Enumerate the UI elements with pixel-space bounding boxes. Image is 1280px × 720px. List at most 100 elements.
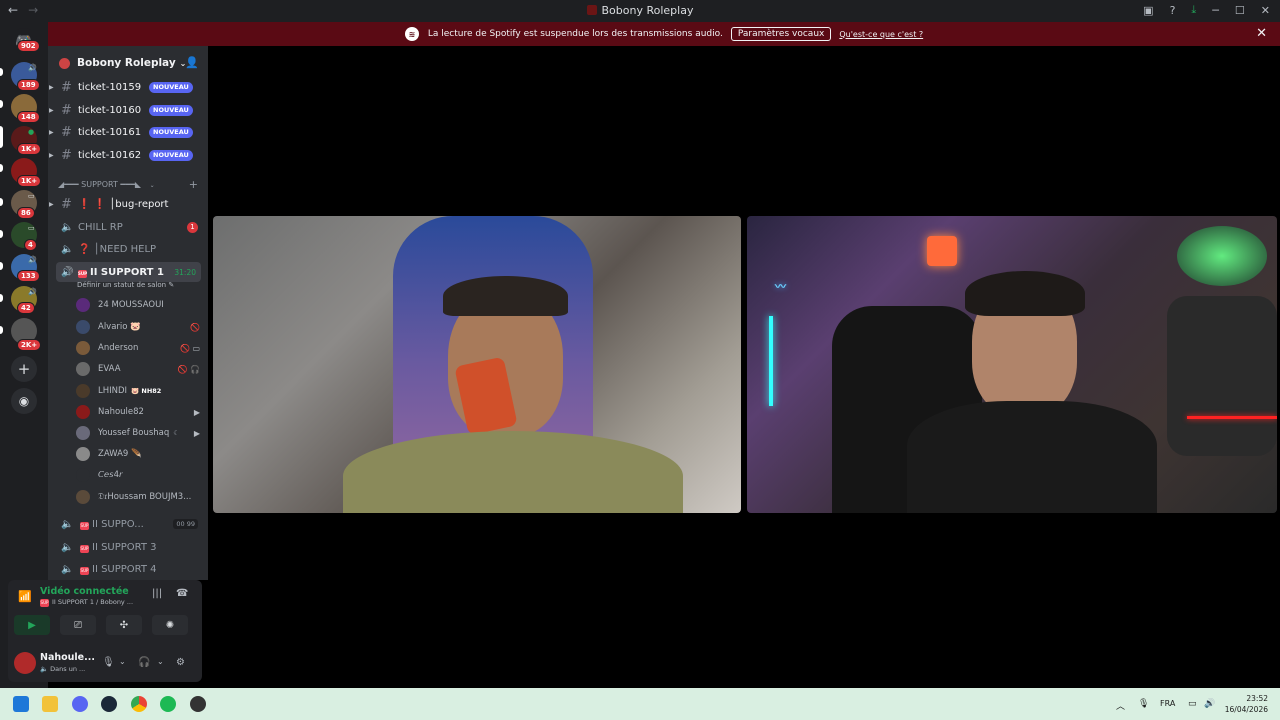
new-badge: NOUVEAU <box>149 104 193 116</box>
spotify-taskbar-icon[interactable] <box>160 696 176 712</box>
chevron-down-icon[interactable]: ⌄ <box>119 657 126 666</box>
inbox-icon[interactable]: ▣ <box>1143 4 1153 17</box>
voice-user[interactable]: Alvario 🐷 🚫 <box>76 317 204 337</box>
avatar <box>76 490 90 504</box>
video-tile[interactable] <box>213 216 741 513</box>
spotify-notice-banner: ≋ La lecture de Spotify est suspendue lo… <box>48 22 1280 46</box>
speaker-icon: 🔈 <box>61 243 74 255</box>
windows-taskbar: ︿ 🎙 FRA ▭ 🔊 23:52 16/04/2026 <box>0 688 1280 720</box>
channel-ticket[interactable]: ▶ # ticket-10159 NOUVEAU <box>48 77 208 97</box>
voice-user[interactable]: EVAA 🚫 🎧 <box>76 359 204 379</box>
avatar <box>76 405 90 419</box>
video-tile[interactable]: 〰 <box>747 216 1277 513</box>
voice-settings-button[interactable]: Paramètres vocaux <box>730 27 832 41</box>
mention-badge: 1 <box>187 221 198 233</box>
voice-user[interactable]: 𝘊𝘦𝘴4𝘳 <box>76 465 204 485</box>
unread-pip <box>0 100 3 108</box>
avatar <box>76 320 90 334</box>
speaker-icon: 🔈 <box>61 563 74 575</box>
server-badge: 42 <box>17 302 35 314</box>
window-controls: ▣ ? ⤓ ─ ☐ ✕ <box>1143 3 1270 17</box>
camera-icon: ▶ <box>28 619 36 631</box>
user-name[interactable]: Nahoule... <box>40 652 95 663</box>
close-icon[interactable]: ✕ <box>1256 26 1267 41</box>
voice-channel-path[interactable]: SUP II SUPPORT 1 / Bobony ... <box>40 598 133 607</box>
voice-user[interactable]: 24 MOUSSAOUI <box>76 295 204 315</box>
camera-button[interactable]: ▶ <box>14 615 50 635</box>
invite-people-icon[interactable]: 👤 <box>185 56 199 69</box>
soundboard-button[interactable]: ✺ <box>152 615 188 635</box>
selected-pip <box>0 126 3 148</box>
voice-user[interactable]: Youssef Boushaq ☾ ▶ <box>76 423 204 443</box>
help-icon[interactable]: ? <box>1170 4 1176 17</box>
chevron-down-icon[interactable]: ⌄ <box>157 657 164 666</box>
screen-share-button[interactable]: ⎚ <box>60 615 96 635</box>
category-support[interactable]: ◢━━━ SUPPORT ━━━◣ ⌄ + <box>58 178 208 191</box>
activities-icon: ✣ <box>119 619 129 631</box>
file-explorer-icon[interactable] <box>42 696 58 712</box>
app-icon[interactable] <box>190 696 206 712</box>
channel-ticket[interactable]: ▶ # ticket-10162 NOUVEAU <box>48 145 208 165</box>
server-badge: 1K+ <box>17 143 42 155</box>
channel-chill-rp[interactable]: 🔈 CHILL RP 1 <box>48 217 208 237</box>
settings-gear-icon[interactable]: ⚙ <box>176 657 185 668</box>
speaker-icon: 🔊 <box>28 288 37 296</box>
steam-icon[interactable] <box>101 696 117 712</box>
close-window-button[interactable]: ✕ <box>1261 4 1270 17</box>
channel-need-help[interactable]: 🔈 ❓ │NEED HELP <box>48 239 208 259</box>
voice-user[interactable]: Nahoule82 ▶ <box>76 402 204 422</box>
discord-taskbar-icon[interactable] <box>72 696 88 712</box>
noise-suppression-icon[interactable]: ||| <box>152 588 162 599</box>
network-icon[interactable]: ▭ <box>1188 699 1197 709</box>
chrome-icon[interactable] <box>131 696 147 712</box>
app-logo-icon <box>586 5 597 15</box>
volume-icon[interactable]: 🔊 <box>1204 699 1215 709</box>
server-badge: 133 <box>17 270 40 282</box>
deafened-icon: 🚫 🎧 <box>177 364 200 374</box>
maximize-button[interactable]: ☐ <box>1235 4 1245 17</box>
channel-status[interactable]: Définir un statut de salon ✎ <box>77 281 174 289</box>
microphone-icon[interactable]: 🎙 <box>1138 699 1149 709</box>
unread-pip <box>0 294 3 302</box>
support-tag-icon: SUP <box>78 269 88 278</box>
channel-bug-report[interactable]: ▶ # ❗ ❗ │bug-report <box>48 194 208 214</box>
voice-user[interactable]: Anderson 🚫 ▭ <box>76 338 204 358</box>
speaker-icon: 🔊 <box>28 256 37 264</box>
add-server-icon[interactable]: + <box>11 356 37 382</box>
person-body <box>907 401 1157 513</box>
voice-user[interactable]: LHINDI 🐷 NH82 <box>76 381 204 401</box>
whats-this-link[interactable]: Qu'est-ce que c'est ? <box>839 30 923 39</box>
headphones-icon[interactable]: 🎧 <box>138 657 150 668</box>
download-icon[interactable]: ⤓ <box>1191 3 1196 17</box>
user-tag: 🐷 NH82 <box>131 387 162 395</box>
tray-chevron-icon[interactable]: ︿ <box>1116 699 1125 712</box>
discover-icon[interactable]: ◉ <box>11 388 37 414</box>
voice-user[interactable]: 𝔇𝔯Houssam BOUJM3... <box>76 487 204 507</box>
avatar <box>76 362 90 376</box>
unread-pip <box>0 262 3 270</box>
create-channel-icon[interactable]: + <box>189 178 198 191</box>
channel-ticket[interactable]: ▶ # ticket-10161 NOUVEAU <box>48 122 208 142</box>
channel-support-3[interactable]: 🔈 SUP II SUPPORT 3 <box>48 537 208 557</box>
language-indicator[interactable]: FRA <box>1160 699 1175 708</box>
minimize-button[interactable]: ─ <box>1212 4 1219 17</box>
window-title: Bobony Roleplay <box>0 4 1280 17</box>
caret-right-icon: ▶ <box>49 200 54 208</box>
windows-start-icon[interactable] <box>13 696 29 712</box>
channel-ticket[interactable]: ▶ # ticket-10160 NOUVEAU <box>48 100 208 120</box>
channel-support-4[interactable]: 🔈 SUP II SUPPORT 4 <box>48 559 208 579</box>
signal-icon[interactable]: 📶 <box>18 590 32 603</box>
server-header[interactable]: Bobony Roleplay ⌄ 👤 <box>48 46 208 80</box>
microphone-icon[interactable]: 🎙 <box>102 657 115 668</box>
user-avatar[interactable] <box>14 652 36 674</box>
activities-button[interactable]: ✣ <box>106 615 142 635</box>
channel-support-2[interactable]: 🔈 SUP II SUPPO... 00 99 <box>48 514 208 534</box>
disconnect-icon[interactable]: ☎ <box>176 588 188 599</box>
voice-user[interactable]: ZAWA9 🪶 <box>76 444 204 464</box>
system-clock[interactable]: 23:52 16/04/2026 <box>1225 693 1268 715</box>
spotify-icon: ≋ <box>404 27 419 41</box>
hash-icon: # <box>61 196 72 212</box>
person-body <box>343 431 683 513</box>
unread-pip <box>0 230 3 238</box>
channel-support-1[interactable]: 🔊 SUP II SUPPORT 1 31:20 <box>56 262 201 282</box>
